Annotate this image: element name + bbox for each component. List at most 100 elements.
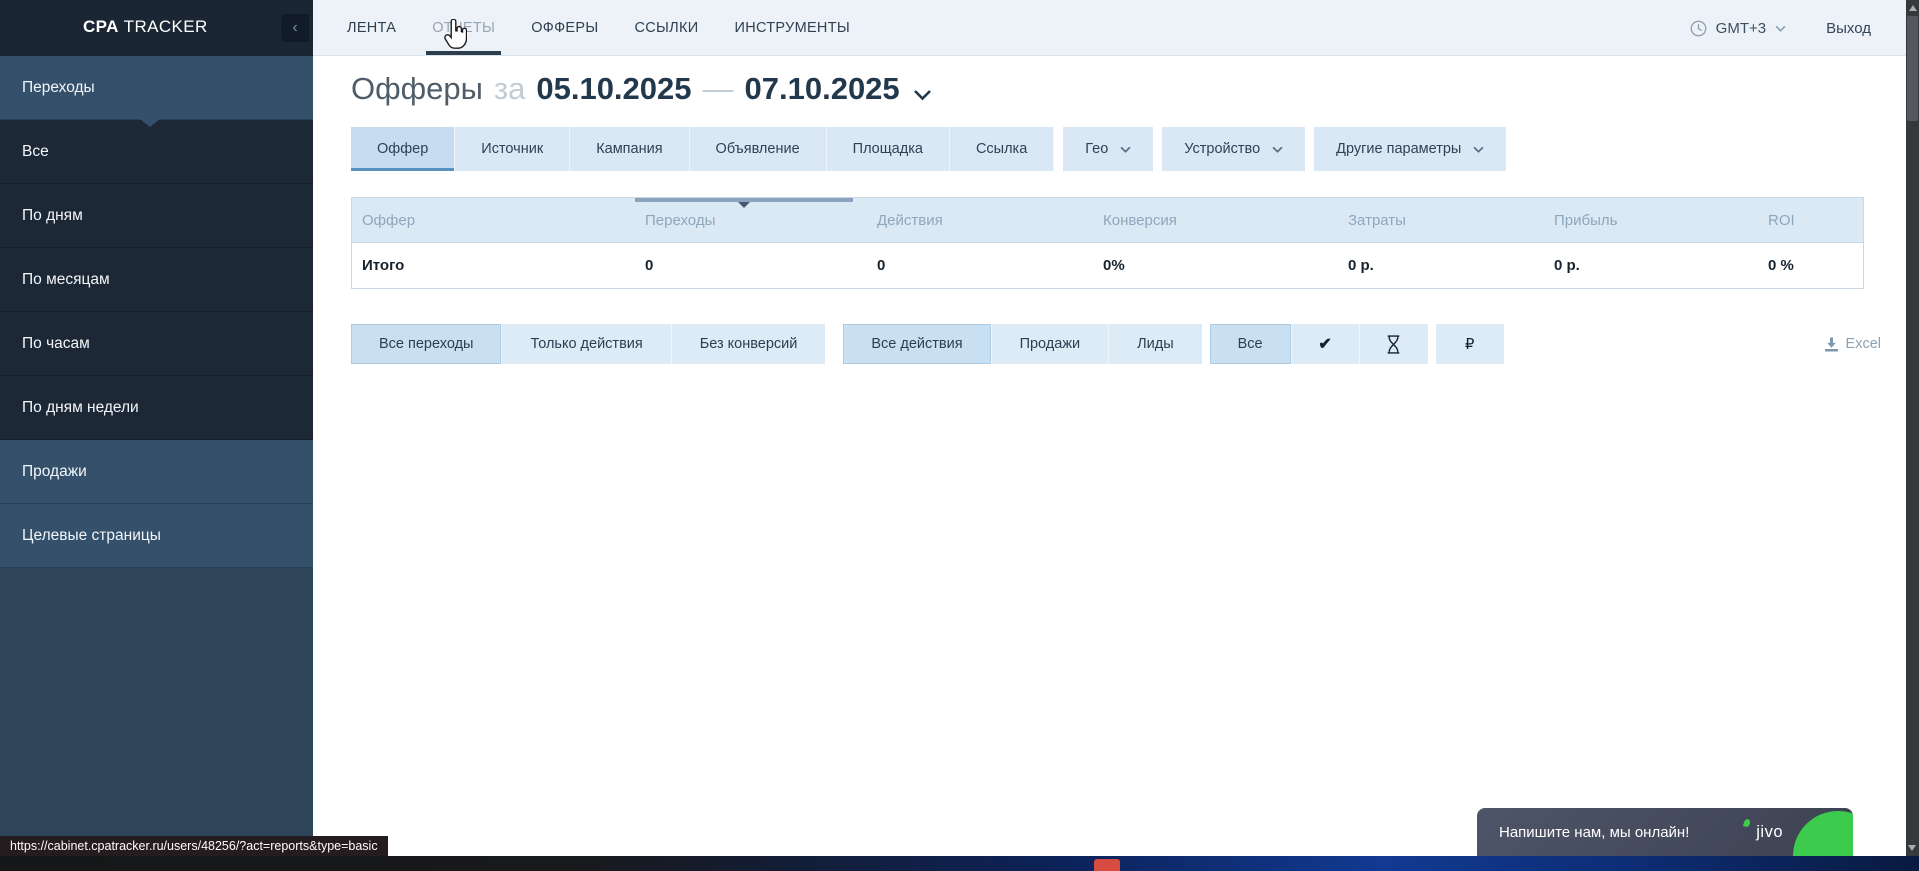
column-header-konversiya[interactable]: Конверсия (1093, 212, 1338, 229)
nav-item-lenta[interactable]: ЛЕНТА (344, 0, 399, 55)
actions-filter-group: Все действия Продажи Лиды (843, 324, 1201, 364)
title-preposition: за (494, 71, 525, 107)
column-header-roi[interactable]: ROI (1758, 212, 1863, 229)
tab-ssylka[interactable]: Ссылка (950, 127, 1054, 171)
sidebar-item-po-chasam[interactable]: По часам (0, 312, 313, 376)
sidebar-header: CPA TRACKER ‹ (0, 0, 313, 56)
column-header-deystviya[interactable]: Действия (867, 212, 1093, 229)
hourglass-icon (1386, 335, 1401, 354)
nav-label: ССЫЛКИ (635, 20, 699, 36)
sidebar-item-label: По часам (22, 335, 90, 353)
date-dash: — (703, 71, 734, 107)
ruble-filter-button[interactable]: ₽ (1436, 324, 1504, 364)
chat-green-circle (1793, 811, 1853, 856)
sidebar-item-po-dnyam-nedeli[interactable]: По дням недели (0, 376, 313, 440)
filter-lidy[interactable]: Лиды (1109, 324, 1202, 364)
excel-label: Excel (1846, 336, 1881, 352)
filter-label: Продажи (1020, 336, 1081, 352)
column-header-perekhody[interactable]: Переходы (635, 212, 867, 229)
filter-tolko-deystviya[interactable]: Только действия (502, 324, 671, 364)
timezone-label: GMT+3 (1716, 20, 1766, 37)
dropdown-drugie-parametry[interactable]: Другие параметры (1314, 127, 1506, 171)
scrollbar-thumb[interactable] (1907, 16, 1918, 121)
nav-label: ЛЕНТА (347, 20, 396, 36)
filter-label: Все (1238, 336, 1263, 352)
total-zatraty: 0 р. (1338, 257, 1544, 274)
nav-item-instrumenty[interactable]: ИНСТРУМЕНТЫ (731, 0, 853, 55)
sidebar-item-label: Все (22, 143, 49, 161)
filter-vse-perekhody[interactable]: Все переходы (351, 324, 502, 364)
sidebar-item-celevye-stranicy[interactable]: Целевые страницы (0, 504, 313, 568)
table-row-total: Итого 0 0 0% 0 р. 0 р. 0 % (352, 242, 1863, 288)
chevron-down-icon (1775, 25, 1786, 32)
logo-rest: TRACKER (124, 17, 208, 36)
column-header-zatraty[interactable]: Затраты (1338, 212, 1544, 229)
dropdown-label: Гео (1085, 141, 1108, 157)
sidebar-collapse-button[interactable]: ‹ (281, 14, 309, 42)
tab-label: Площадка (853, 141, 923, 157)
date-to[interactable]: 07.10.2025 (745, 71, 900, 107)
jivo-logo: jivo (1756, 808, 1783, 856)
tab-label: Объявление (716, 141, 800, 157)
sidebar-item-label: По дням недели (22, 399, 139, 417)
filter-status-vse[interactable]: Все (1210, 324, 1292, 364)
app-logo: CPA TRACKER (83, 17, 208, 37)
date-from[interactable]: 05.10.2025 (536, 71, 691, 107)
column-header-offer[interactable]: Оффер (352, 212, 635, 229)
chat-message: Напишите нам, мы онлайн! (1499, 808, 1689, 856)
timezone-selector[interactable]: GMT+3 (1690, 20, 1786, 37)
sidebar-item-vse[interactable]: Все (0, 120, 313, 184)
dropdown-geo[interactable]: Гео (1063, 127, 1153, 171)
sort-indicator (635, 198, 853, 202)
app-screen: CPA TRACKER ‹ Переходы Все По дням По ме… (0, 0, 1919, 871)
vertical-scrollbar[interactable] (1906, 0, 1919, 856)
clock-icon (1690, 20, 1707, 37)
nav-item-offery[interactable]: ОФФЕРЫ (528, 0, 601, 55)
tab-ploshchadka[interactable]: Площадка (827, 127, 950, 171)
filter-vse-deystviya[interactable]: Все действия (843, 324, 991, 364)
active-section-notch (140, 119, 160, 127)
filter-label: Все переходы (379, 336, 473, 352)
nav-label: ИНСТРУМЕНТЫ (734, 20, 850, 36)
filter-confirmed-button[interactable]: ✔ (1292, 324, 1360, 364)
filter-pending-button[interactable] (1360, 324, 1428, 364)
column-header-pribyl[interactable]: Прибыль (1544, 212, 1758, 229)
tab-istochnik[interactable]: Источник (455, 127, 570, 171)
ruble-icon: ₽ (1465, 335, 1475, 353)
filter-bez-konversiy[interactable]: Без конверсий (672, 324, 826, 364)
mouse-cursor-icon (443, 19, 467, 49)
tab-obyavlenie[interactable]: Объявление (690, 127, 827, 171)
sidebar-item-po-dnyam[interactable]: По дням (0, 184, 313, 248)
status-filter-group: Все ✔ (1210, 324, 1428, 364)
traffic-filter-group: Все переходы Только действия Без конверс… (351, 324, 825, 364)
taskbar-red-icon (1094, 859, 1120, 871)
total-label: Итого (352, 257, 635, 274)
check-icon: ✔ (1318, 334, 1331, 354)
logout-link[interactable]: Выход (1826, 20, 1871, 37)
filter-label: Без конверсий (700, 336, 798, 352)
jivo-leaf-icon (1743, 818, 1751, 827)
scroll-down-arrow-icon[interactable] (1908, 845, 1916, 851)
excel-export-link[interactable]: Excel (1824, 336, 1881, 352)
logo-bold: CPA (83, 17, 119, 36)
sidebar-item-po-mesyacam[interactable]: По месяцам (0, 248, 313, 312)
sidebar-item-label: Продажи (22, 463, 87, 481)
sidebar-item-prodazhi[interactable]: Продажи (0, 440, 313, 504)
date-range-chevron-icon[interactable] (913, 89, 932, 101)
dropdown-ustroystvo[interactable]: Устройство (1162, 127, 1305, 171)
currency-filter-group: ₽ (1436, 324, 1504, 364)
total-perekhody: 0 (635, 257, 867, 274)
main-nav: ЛЕНТА ОТЧЕТЫ ОФФЕРЫ ССЫЛКИ ИНСТРУМЕНТЫ (344, 0, 1919, 55)
sidebar-item-perekhody[interactable]: Переходы (0, 56, 313, 120)
tab-label: Ссылка (976, 141, 1027, 157)
nav-item-ssylki[interactable]: ССЫЛКИ (632, 0, 702, 55)
chevron-down-icon (1473, 146, 1484, 153)
tab-kampaniya[interactable]: Кампания (570, 127, 689, 171)
dropdown-label: Другие параметры (1336, 141, 1461, 157)
tab-offer[interactable]: Оффер (351, 127, 455, 171)
scroll-up-arrow-icon[interactable] (1909, 5, 1917, 11)
filter-prodazhi[interactable]: Продажи (992, 324, 1110, 364)
nav-label: ОФФЕРЫ (531, 20, 598, 36)
chat-widget[interactable]: Напишите нам, мы онлайн! jivo (1477, 808, 1853, 856)
download-icon (1824, 337, 1839, 352)
